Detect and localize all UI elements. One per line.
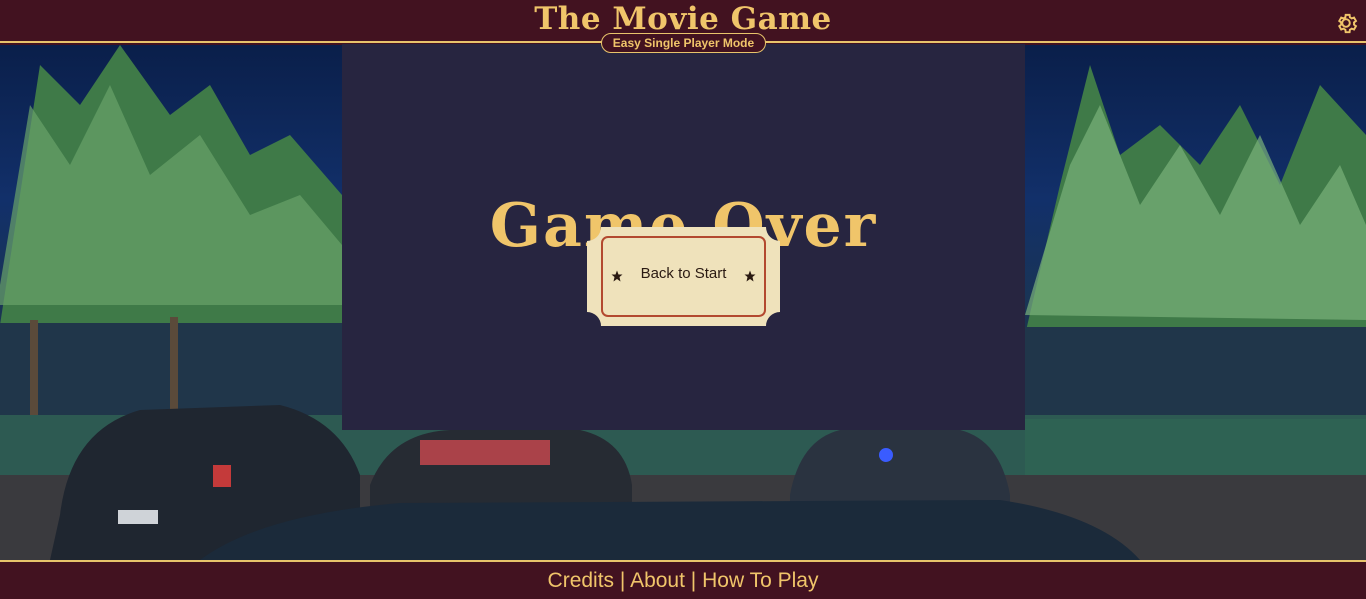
footer-separator: | [690,569,697,592]
about-link[interactable]: About [630,569,685,592]
back-to-start-button[interactable]: Back to Start [587,227,780,326]
credits-link[interactable]: Credits [548,569,615,592]
back-to-start-label: Back to Start [640,265,727,282]
footer-nav: Credits | About | How To Play [0,560,1366,599]
gear-icon[interactable] [1333,10,1359,36]
mode-badge: Easy Single Player Mode [601,33,766,53]
footer-separator: | [619,569,626,592]
how-to-play-link[interactable]: How To Play [702,569,818,592]
